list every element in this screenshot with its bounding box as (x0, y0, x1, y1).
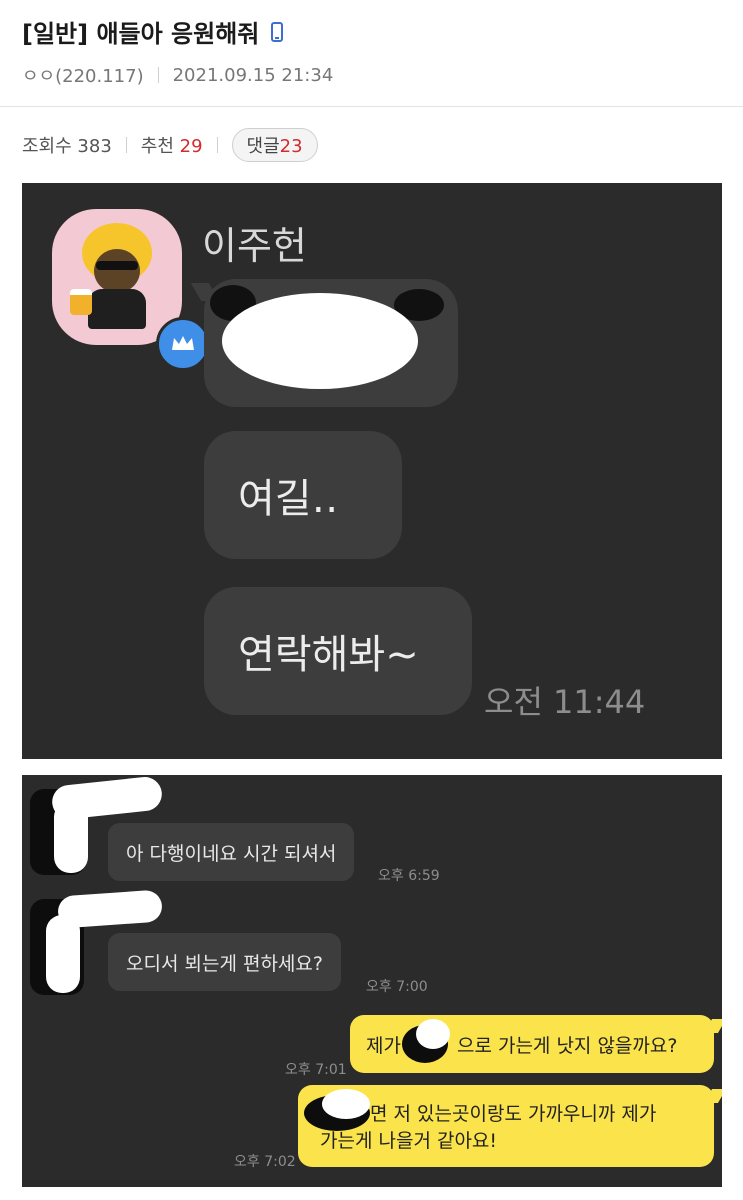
post-stats: 조회수 383 추천 29 댓글23 (22, 128, 318, 162)
post-title: [일반] 애들아 응원해줘 (22, 20, 260, 48)
message-time: 오후 7:01 (285, 1062, 347, 1078)
message-text: 제가 (366, 1034, 401, 1057)
message-text: 면 저 있는곳이랑도 가까우니까 제가 (370, 1103, 657, 1125)
received-message-bubble: 아 다행이네요 시간 되셔서 (108, 823, 355, 881)
message-text: 으로 가는게 낫지 않을까요? (456, 1034, 678, 1057)
comments-count: 23 (279, 136, 303, 157)
avatar-sunglasses (96, 261, 138, 270)
author-name[interactable]: ㅇㅇ(220.117) (22, 62, 144, 88)
chat-screenshot-2: 아 다행이네요 시간 되셔서 오후 6:59 오디서 뵈는게 편하세요? 오후 … (22, 775, 722, 1187)
mobile-phone-icon (271, 21, 284, 42)
avatar-body (88, 289, 146, 329)
recommend-label: 추천 (140, 136, 174, 157)
message-time: 오후 7:00 (366, 979, 428, 995)
message-time: 오전 11:44 (484, 683, 646, 721)
views-stat: 조회수 383 (22, 132, 112, 158)
stats-divider (216, 137, 218, 153)
redaction-scribble (46, 915, 80, 993)
redaction-scribble (416, 1019, 450, 1049)
sender-name: 이주헌 (202, 224, 307, 268)
comments-button[interactable]: 댓글23 (231, 128, 318, 162)
redaction-scribble (322, 1089, 370, 1119)
recommend-stat: 추천 29 (141, 132, 203, 158)
views-count: 383 (77, 136, 112, 157)
crown-icon (156, 317, 210, 371)
comments-label: 댓글 (246, 136, 280, 157)
redacted-message-bubble (204, 279, 458, 407)
message-time: 오후 7:02 (234, 1154, 296, 1170)
redaction-scribble (54, 801, 88, 873)
post-date: 2021.09.15 21:34 (172, 64, 334, 86)
meta-divider (157, 67, 159, 83)
chat-screenshot-1: 이주헌 여길‥ 연락해봐~ 오전 11:44 (22, 183, 722, 759)
recommend-count: 29 (179, 136, 203, 157)
stats-divider (125, 137, 127, 153)
avatar-face (94, 249, 140, 293)
beer-mug-icon (70, 289, 92, 315)
message-bubble: 연락해봐~ (204, 587, 472, 715)
message-time: 오후 6:59 (378, 868, 440, 884)
views-label: 조회수 (22, 136, 72, 157)
post-title-row: [일반] 애들아 응원해줘 (22, 14, 284, 49)
avatar (52, 209, 210, 371)
message-bubble: 여길‥ (204, 431, 402, 559)
post-meta: ㅇㅇ(220.117) 2021.09.15 21:34 (22, 62, 333, 88)
header-divider (0, 106, 743, 107)
redaction-blob (222, 293, 418, 389)
received-message-bubble: 오디서 뵈는게 편하세요? (108, 933, 341, 991)
